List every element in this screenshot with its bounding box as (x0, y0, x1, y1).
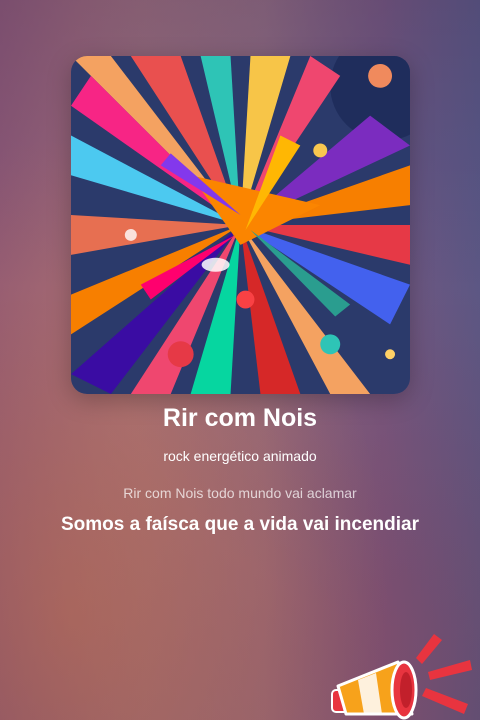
cover-artwork (71, 56, 410, 394)
megaphone-icon-graphic (331, 634, 472, 720)
lyric-line-current: Somos a faísca que a vida vai incendiar (61, 514, 419, 535)
megaphone-icon[interactable] (318, 628, 480, 720)
lyric-line-previous: Rir com Nois todo mundo vai aclamar (123, 485, 357, 501)
album-cover-art (71, 56, 410, 394)
song-title: Rir com Nois (162, 404, 318, 432)
song-genre: rock energético animado (163, 448, 317, 464)
